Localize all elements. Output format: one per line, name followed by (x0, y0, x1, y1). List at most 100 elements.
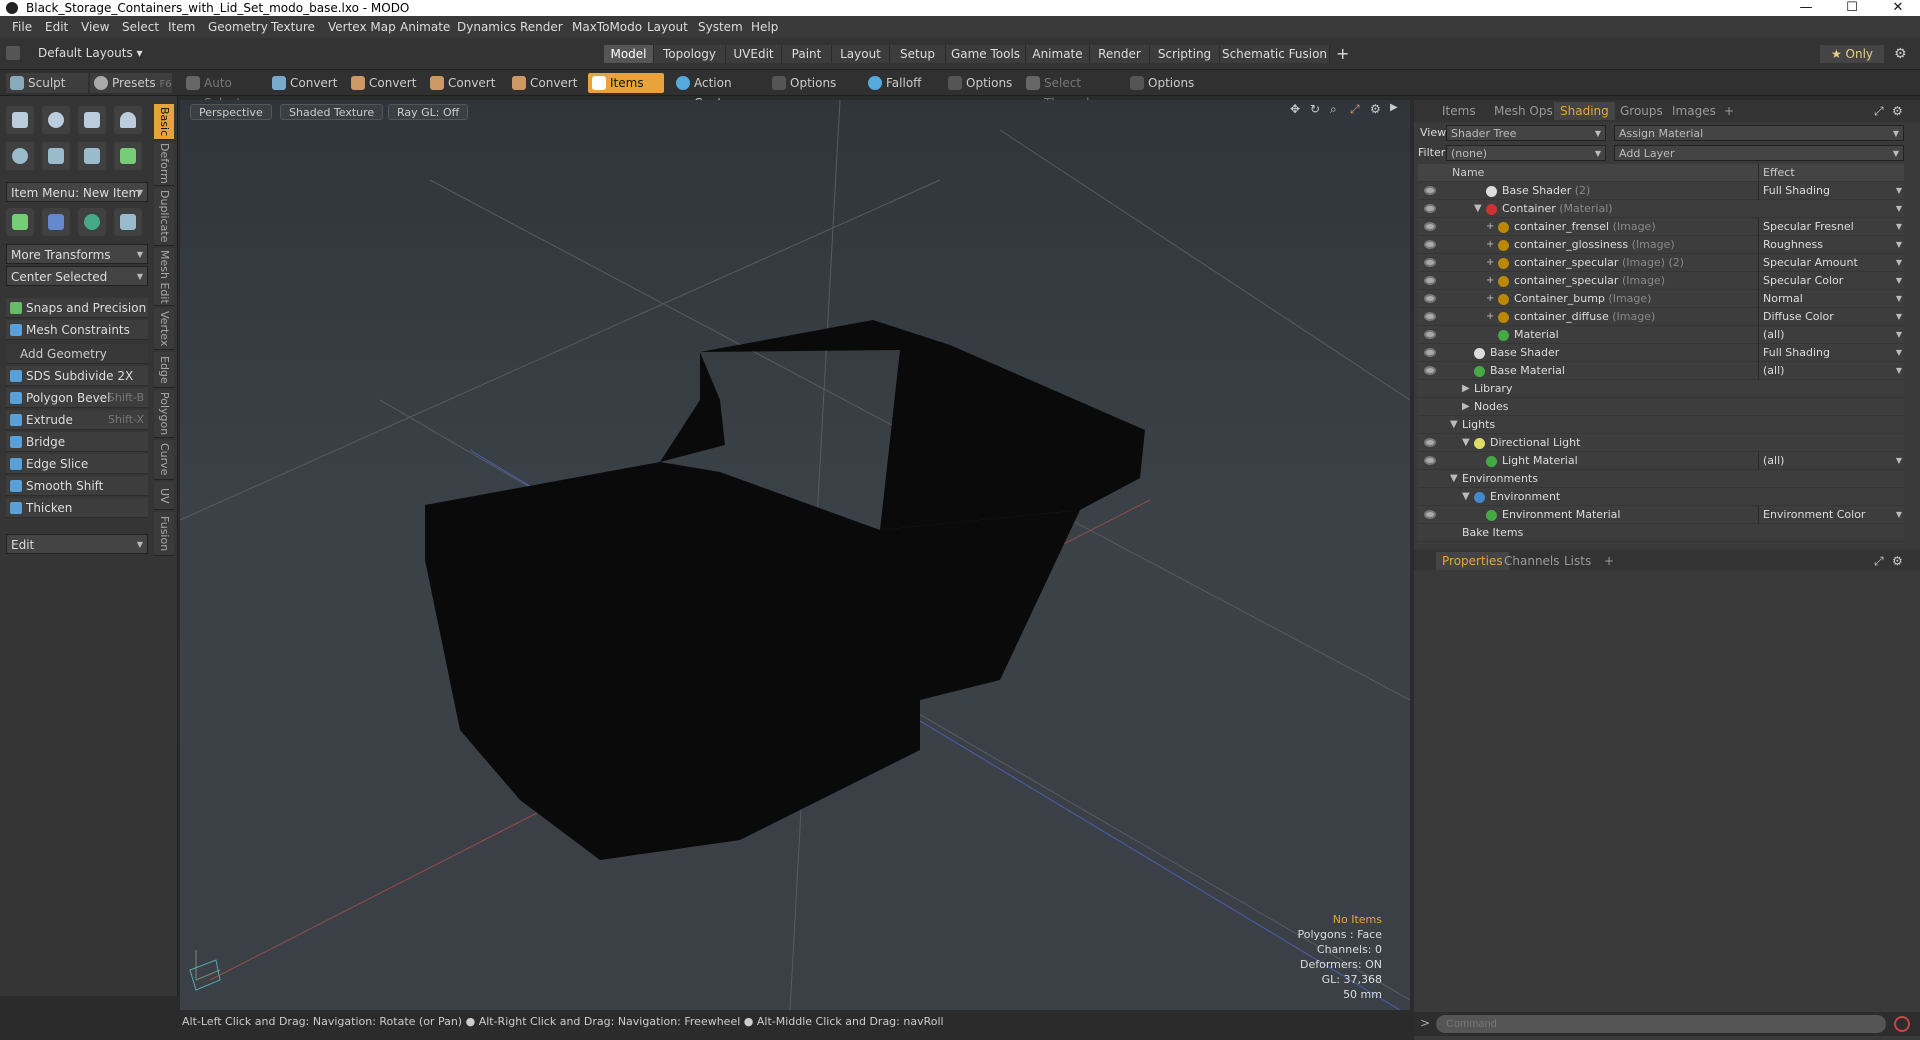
visibility-eye-icon[interactable] (1424, 186, 1436, 195)
tree-row[interactable]: + container_glossiness (Image) Roughness (1418, 236, 1904, 254)
expand-toggle-icon[interactable]: ▼ (1450, 470, 1458, 488)
vtab-vertex[interactable]: Vertex (154, 308, 174, 350)
select-through-button[interactable]: Select Through (1022, 73, 1128, 110)
vtab-mesh-edit[interactable]: Mesh Edit (154, 248, 174, 306)
add-properties-tab-icon[interactable]: + (1604, 552, 1614, 570)
vtab-uv[interactable]: UV (154, 482, 174, 510)
cylinder-icon[interactable] (78, 106, 106, 134)
tree-row[interactable]: ▼ Lights (1418, 416, 1904, 434)
tube-icon[interactable] (42, 142, 70, 170)
expand-toggle-icon[interactable]: + (1486, 272, 1494, 290)
menu-geometry[interactable]: Geometry (208, 16, 268, 38)
column-effect[interactable]: Effect (1758, 164, 1904, 182)
filter-select[interactable]: (none) (1446, 145, 1606, 162)
sculpt-button[interactable]: Sculpt (6, 73, 88, 93)
menu-select[interactable]: Select (122, 16, 159, 38)
options-button-3[interactable]: Options (1126, 73, 1210, 93)
layer-effect-select[interactable]: Normal (1758, 290, 1904, 308)
add-geometry-header[interactable]: Add Geometry (6, 344, 148, 364)
visibility-eye-icon[interactable] (1424, 204, 1436, 213)
layer-effect-select[interactable]: (all) (1758, 326, 1904, 344)
tab-properties[interactable]: Properties (1436, 552, 1509, 570)
expand-toggle-icon[interactable]: ▼ (1474, 200, 1482, 218)
tab-model[interactable]: Model (604, 45, 654, 63)
layer-effect-select[interactable]: (all) (1758, 452, 1904, 470)
3d-viewport[interactable]: Perspective Shaded Texture Ray GL: Off ✥… (180, 100, 1410, 1010)
menu-dynamics[interactable]: Dynamics (457, 16, 516, 38)
menu-animate[interactable]: Animate (400, 16, 450, 38)
extrude-button[interactable]: Extrude Shift-X (6, 410, 148, 430)
tab-channels[interactable]: Channels (1504, 552, 1560, 570)
layer-effect-select[interactable]: Environment Color (1758, 506, 1904, 524)
layer-effect-select[interactable]: Roughness (1758, 236, 1904, 254)
menu-edit[interactable]: Edit (45, 16, 68, 38)
tab-scripting[interactable]: Scripting (1150, 45, 1220, 63)
center-selected-dropdown[interactable]: Center Selected (6, 266, 148, 287)
edit-dropdown[interactable]: Edit (6, 534, 148, 555)
menu-view[interactable]: View (81, 16, 109, 38)
add-layer-select[interactable]: Add Layer (1614, 145, 1904, 162)
visibility-eye-icon[interactable] (1424, 294, 1436, 303)
visibility-eye-icon[interactable] (1424, 312, 1436, 321)
tab-animate[interactable]: Animate (1026, 45, 1090, 63)
only-toggle[interactable]: ★ Only (1820, 45, 1884, 63)
transform-icon[interactable] (6, 208, 34, 236)
tree-row[interactable]: Base Shader (2) Full Shading (1418, 182, 1904, 200)
presets-button[interactable]: Presets F6 (90, 73, 172, 93)
expand-toggle-icon[interactable]: ▶ (1462, 398, 1470, 416)
taper-icon[interactable] (114, 208, 142, 236)
item-menu-dropdown[interactable]: Item Menu: New Item (6, 182, 148, 203)
expand-toggle-icon[interactable]: + (1486, 290, 1494, 308)
expand-toggle-icon[interactable]: ▼ (1462, 488, 1470, 506)
menu-texture[interactable]: Texture (271, 16, 315, 38)
tab-lists[interactable]: Lists (1564, 552, 1591, 570)
expand-icon[interactable]: ⤢ (1874, 102, 1884, 120)
layer-effect-select[interactable]: Full Shading (1758, 344, 1904, 362)
visibility-eye-icon[interactable] (1424, 510, 1436, 519)
layer-effect-select[interactable]: Diffuse Color (1758, 308, 1904, 326)
globe-icon[interactable] (78, 208, 106, 236)
tab-images[interactable]: Images (1672, 102, 1716, 120)
bridge-button[interactable]: Bridge (6, 432, 148, 452)
tab-mesh-ops[interactable]: Mesh Ops (1494, 102, 1553, 120)
column-name[interactable]: Name (1452, 164, 1484, 182)
snaps-button[interactable]: Snaps and Precision (6, 298, 148, 318)
menu-file[interactable]: File (12, 16, 32, 38)
expand-toggle-icon[interactable]: + (1486, 308, 1494, 326)
auto-select-button[interactable]: Auto Select (182, 73, 266, 110)
tree-row[interactable]: ▼ Environment (1418, 488, 1904, 506)
tree-row[interactable]: ▼ Environments (1418, 470, 1904, 488)
layer-effect-select[interactable]: Specular Fresnel (1758, 218, 1904, 236)
add-tab-button[interactable]: + (1336, 44, 1349, 63)
collapse-icon[interactable] (6, 46, 20, 60)
record-icon[interactable] (1894, 1016, 1910, 1032)
view-select[interactable]: Shader Tree (1446, 125, 1606, 142)
vtab-duplicate[interactable]: Duplicate (154, 188, 174, 246)
tree-row[interactable]: Light Material (all) (1418, 452, 1904, 470)
convert-button-3[interactable]: Convert (426, 73, 502, 93)
tree-row[interactable]: Base Material (all) (1418, 362, 1904, 380)
default-layouts-dropdown[interactable]: Default Layouts ▾ (38, 46, 143, 60)
grid-icon[interactable] (42, 208, 70, 236)
expand-toggle-icon[interactable]: ▼ (1450, 416, 1458, 434)
maximize-button[interactable]: ☐ (1832, 0, 1872, 16)
expand-toggle-icon[interactable]: + (1486, 218, 1494, 236)
tab-render[interactable]: Render (1090, 45, 1150, 63)
close-button[interactable]: ✕ (1878, 0, 1918, 16)
command-input[interactable] (1436, 1015, 1886, 1033)
vtab-fusion[interactable]: Fusion (154, 512, 174, 556)
layer-effect-select[interactable]: Full Shading (1758, 182, 1904, 200)
tree-row[interactable]: + Container_bump (Image) Normal (1418, 290, 1904, 308)
menu-item[interactable]: Item (168, 16, 195, 38)
tab-shading[interactable]: Shading (1554, 102, 1615, 120)
cube-icon[interactable] (6, 106, 34, 134)
visibility-eye-icon[interactable] (1424, 276, 1436, 285)
convert-button-4[interactable]: Convert (508, 73, 584, 93)
visibility-eye-icon[interactable] (1424, 258, 1436, 267)
expand-toggle-icon[interactable]: ▼ (1462, 434, 1470, 452)
visibility-eye-icon[interactable] (1424, 240, 1436, 249)
tree-row[interactable]: ▶ Library (1418, 380, 1904, 398)
tree-row[interactable]: + container_frensel (Image) Specular Fresn… (1418, 218, 1904, 236)
visibility-eye-icon[interactable] (1424, 456, 1436, 465)
tree-row[interactable]: + container_specular (Image) Specular Colo… (1418, 272, 1904, 290)
